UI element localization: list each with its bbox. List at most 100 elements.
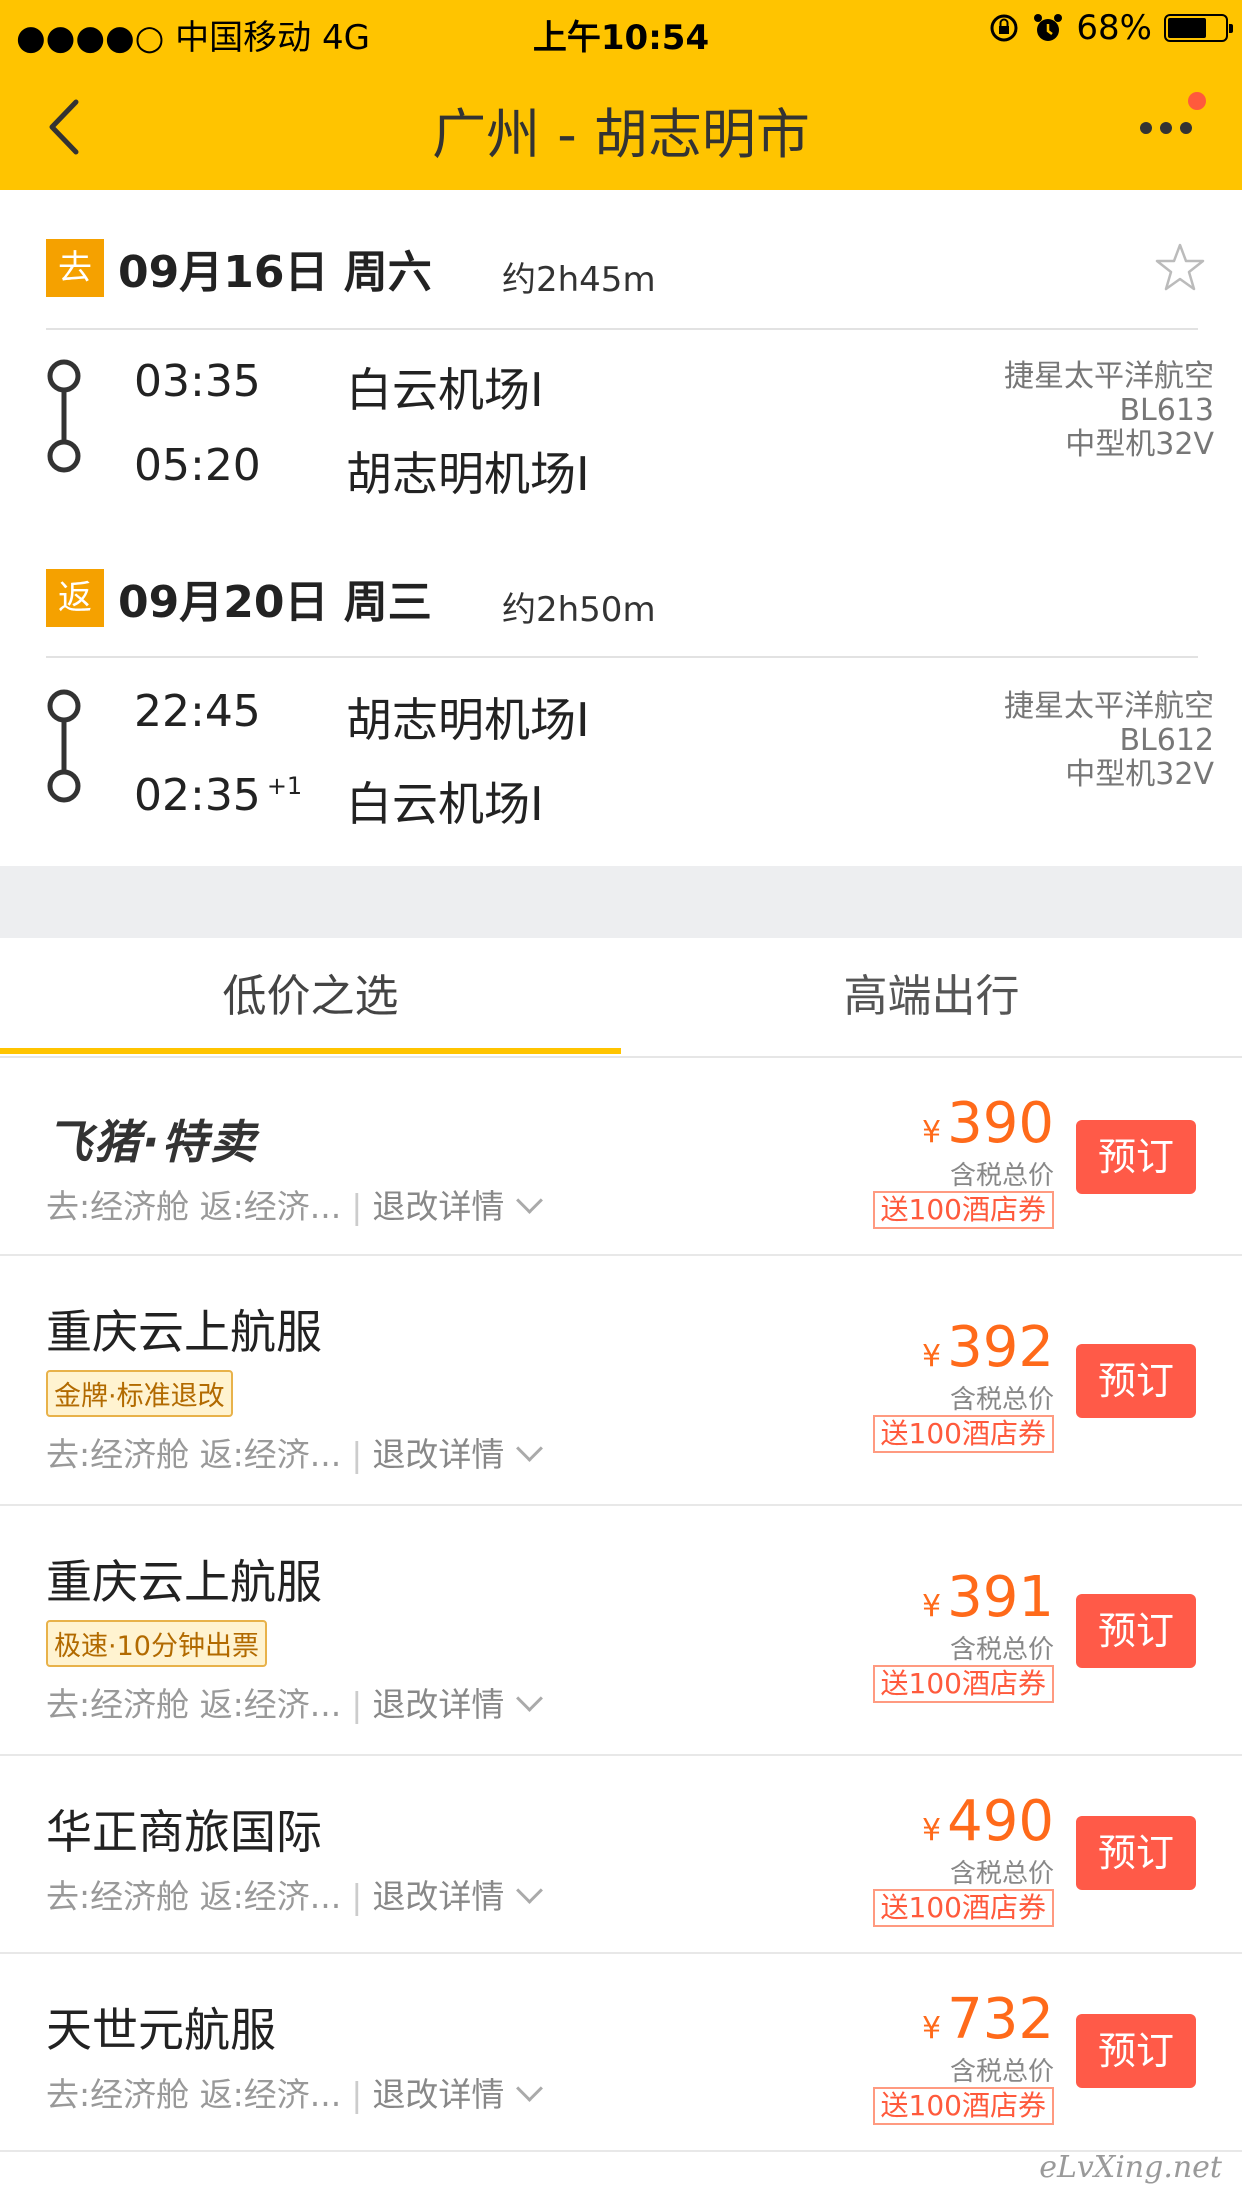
price-box: ¥390 含税总价 送100酒店券: [834, 1094, 1054, 1229]
book-button[interactable]: 预订: [1076, 2014, 1196, 2088]
vendor-name: 华正商旅国际: [46, 1805, 322, 1859]
offer-row[interactable]: 天世元航服 去:经济舱 返:经济... | 退改详情 ¥732 含税总价 送100酒…: [0, 1954, 1242, 2152]
price: ¥390: [834, 1094, 1054, 1163]
separator: |: [351, 2075, 363, 2114]
return-tag: 返: [46, 569, 104, 627]
timeline-icon: [47, 689, 81, 803]
outbound-flight-info: 捷星太平洋航空 BL613 中型机32V: [1004, 360, 1214, 462]
currency-symbol: ¥: [922, 1589, 942, 1624]
status-right: 68%: [988, 8, 1233, 48]
battery-percent: 68%: [1076, 8, 1152, 48]
cabin-text: 去:经济舱 返:经济...: [46, 1685, 342, 1724]
book-button[interactable]: 预订: [1076, 1120, 1196, 1194]
outbound-date: 09月16日 周六: [118, 247, 432, 298]
price: ¥732: [834, 1990, 1054, 2059]
battery-fill: [1168, 18, 1206, 38]
refund-details-link[interactable]: 退改详情: [372, 1685, 504, 1724]
currency-symbol: ¥: [922, 1339, 942, 1374]
price-value: 390: [947, 1091, 1054, 1156]
book-button[interactable]: 预订: [1076, 1344, 1196, 1418]
vendor-name: 重庆云上航服: [46, 1555, 322, 1609]
separator: |: [351, 1685, 363, 1724]
chevron-down-icon[interactable]: [516, 2075, 544, 2102]
chevron-down-icon[interactable]: [516, 1877, 544, 1904]
aircraft-type: 中型机32V: [1065, 757, 1214, 792]
divider: [46, 328, 1198, 330]
price-box: ¥391 含税总价 送100酒店券: [834, 1568, 1054, 1703]
price: ¥490: [834, 1792, 1054, 1861]
cabin-info: 去:经济舱 返:经济... | 退改详情: [46, 1428, 544, 1476]
chevron-down-icon[interactable]: [516, 1187, 544, 1214]
return-flight-info: 捷星太平洋航空 BL612 中型机32V: [1004, 690, 1214, 792]
coupon-badge: 送100酒店券: [872, 1889, 1054, 1927]
chevron-down-icon[interactable]: [516, 1685, 544, 1712]
cabin-text: 去:经济舱 返:经济...: [46, 2075, 342, 2114]
outbound-arrive-airport: 胡志明机场I: [346, 447, 590, 501]
price-box: ¥490 含税总价 送100酒店券: [834, 1792, 1054, 1927]
return-depart-time: 22:45: [134, 686, 261, 737]
price-value: 391: [947, 1565, 1054, 1630]
favorite-star-icon[interactable]: [1152, 240, 1208, 296]
battery-icon: [1164, 14, 1233, 42]
book-button[interactable]: 预订: [1076, 1816, 1196, 1890]
separator: |: [351, 1435, 363, 1474]
aircraft-type: 中型机32V: [1065, 427, 1214, 462]
refund-details-link[interactable]: 退改详情: [372, 1435, 504, 1474]
top-bar: ●●●●○ 中国移动 4G 上午10:54 68% 广州 - 胡志明市: [0, 0, 1242, 190]
section-gap: [0, 866, 1242, 938]
offer-row[interactable]: 华正商旅国际 去:经济舱 返:经济... | 退改详情 ¥490 含税总价 送100…: [0, 1756, 1242, 1954]
chevron-down-icon[interactable]: [516, 1435, 544, 1462]
return-duration: 约2h50m: [502, 590, 656, 630]
outbound-depart-airport: 白云机场I: [346, 363, 544, 417]
cabin-info: 去:经济舱 返:经济... | 退改详情: [46, 1678, 544, 1726]
notification-dot: [1188, 92, 1206, 110]
return-arrive-time-value: 02:35: [134, 770, 261, 821]
return-date: 09月20日 周三: [118, 577, 432, 628]
nav-bar: 广州 - 胡志明市: [0, 62, 1242, 190]
outbound-duration: 约2h45m: [502, 260, 656, 300]
vendor-logo: 飞猪·特卖: [46, 1115, 258, 1169]
outbound-arrive-time: 05:20: [134, 440, 261, 491]
cabin-info: 去:经济舱 返:经济... | 退改详情: [46, 1180, 544, 1228]
page-title: 广州 - 胡志明市: [432, 103, 810, 166]
price: ¥392: [834, 1318, 1054, 1387]
offer-row[interactable]: 飞猪·特卖 去:经济舱 返:经济... | 退改详情 ¥390 含税总价 送100酒…: [0, 1058, 1242, 1256]
vendor-name: 天世元航服: [46, 2003, 276, 2057]
tax-note: 含税总价: [949, 1635, 1054, 1665]
price: ¥391: [834, 1568, 1054, 1637]
offer-row[interactable]: 重庆云上航服 金牌·标准退改 去:经济舱 返:经济... | 退改详情 ¥392 含…: [0, 1256, 1242, 1506]
flight-number: BL612: [1119, 723, 1214, 758]
refund-details-link[interactable]: 退改详情: [372, 1877, 504, 1916]
book-button[interactable]: 预订: [1076, 1594, 1196, 1668]
price-box: ¥392 含税总价 送100酒店券: [834, 1318, 1054, 1453]
itinerary-card: 去 09月16日 周六 约2h45m 03:35 白云机场I 05:20 胡志明…: [0, 190, 1242, 866]
refund-details-link[interactable]: 退改详情: [372, 2075, 504, 2114]
tab-bar: 低价之选 高端出行: [0, 938, 1242, 1058]
outbound-depart-time: 03:35: [134, 356, 261, 407]
divider: [46, 656, 1198, 658]
coupon-badge: 送100酒店券: [872, 1415, 1054, 1453]
tab-premium[interactable]: 高端出行: [621, 938, 1242, 1056]
price-value: 392: [947, 1315, 1054, 1380]
return-arrive-time: 02:35 +1: [134, 770, 302, 821]
refund-details-link[interactable]: 退改详情: [372, 1187, 504, 1226]
rotation-lock-icon: [990, 14, 1018, 42]
flight-number: BL613: [1119, 393, 1214, 428]
coupon-badge: 送100酒店券: [872, 1191, 1054, 1229]
tax-note: 含税总价: [949, 2057, 1054, 2087]
tab-low-price[interactable]: 低价之选: [0, 938, 621, 1056]
watermark: eLvXing.net: [1039, 2150, 1222, 2185]
next-day-marker: +1: [266, 772, 303, 801]
currency-symbol: ¥: [922, 2011, 942, 2046]
status-bar: ●●●●○ 中国移动 4G 上午10:54 68%: [0, 0, 1242, 62]
currency-symbol: ¥: [922, 1115, 942, 1150]
price-value: 732: [947, 1987, 1054, 2052]
cabin-text: 去:经济舱 返:经济...: [46, 1187, 342, 1226]
offer-row[interactable]: 重庆云上航服 极速·10分钟出票 去:经济舱 返:经济... | 退改详情 ¥391…: [0, 1506, 1242, 1756]
tax-note: 含税总价: [949, 1161, 1054, 1191]
price-box: ¥732 含税总价 送100酒店券: [834, 1990, 1054, 2125]
cabin-info: 去:经济舱 返:经济... | 退改详情: [46, 2068, 544, 2116]
cabin-text: 去:经济舱 返:经济...: [46, 1435, 342, 1474]
cabin-text: 去:经济舱 返:经济...: [46, 1877, 342, 1916]
airline-name: 捷星太平洋航空: [1004, 689, 1214, 724]
